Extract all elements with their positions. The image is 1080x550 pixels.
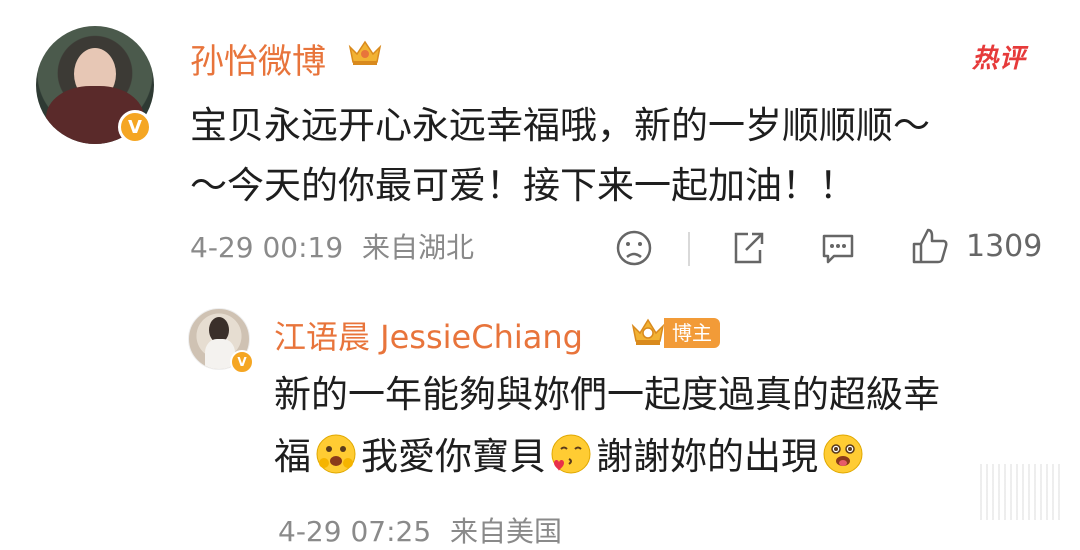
reply-text-segment: 我愛你寶貝 <box>361 435 546 478</box>
comment-timestamp: 4-29 00:19 <box>190 231 344 264</box>
reply-text-line: 福 我愛你寶貝 謝謝妳的出現 <box>274 426 1064 488</box>
like-thumb-icon[interactable] <box>910 226 950 266</box>
hug-emoji <box>316 434 356 474</box>
comment-text-line: 宝贝永远开心永远幸福哦，新的一岁顺顺顺～ <box>190 104 930 147</box>
verified-badge-icon: V <box>230 350 254 374</box>
reply-text-segment: 謝謝妳的出現 <box>596 435 818 478</box>
comment-meta: 4-29 00:19 来自湖北 <box>190 226 474 266</box>
reply-text: 新的一年能夠與妳們一起度過真的超級幸 福 我愛你寶貝 謝謝妳的出現 <box>274 364 1064 488</box>
comment-location: 来自湖北 <box>362 231 475 264</box>
reply-username[interactable]: 江语晨 JessieChiang <box>274 312 583 358</box>
reply-meta: 4-29 07:25 来自美国 <box>278 510 562 550</box>
reply-text-segment: 福 <box>274 435 311 478</box>
comment-text: 宝贝永远开心永远幸福哦，新的一岁顺顺顺～ ～今天的你最可爱！接下来一起加油！！ <box>190 96 1050 216</box>
drool-emoji <box>823 434 863 474</box>
commenter-username[interactable]: 孙怡微博 <box>190 34 326 83</box>
dislike-face-icon[interactable] <box>614 228 654 268</box>
share-icon[interactable] <box>728 228 768 268</box>
comment-text-line: ～今天的你最可爱！接下来一起加油！！ <box>190 164 856 207</box>
hot-comment-label: 热评 <box>972 44 1027 74</box>
blog-owner-badge: 博主 <box>664 318 720 348</box>
verified-badge-icon: V <box>118 110 152 144</box>
divider <box>688 232 690 266</box>
like-count: 1309 <box>966 229 1043 264</box>
reply-location: 来自美国 <box>450 515 563 548</box>
scroll-fade-overlay <box>980 464 1060 520</box>
vip-crown-icon <box>348 40 382 65</box>
kiss-emoji <box>551 434 591 474</box>
reply-timestamp: 4-29 07:25 <box>278 515 432 548</box>
reply-text-line: 新的一年能夠與妳們一起度過真的超級幸 <box>274 373 940 416</box>
vip-crown-icon <box>631 318 665 345</box>
comment-icon[interactable] <box>818 228 858 268</box>
